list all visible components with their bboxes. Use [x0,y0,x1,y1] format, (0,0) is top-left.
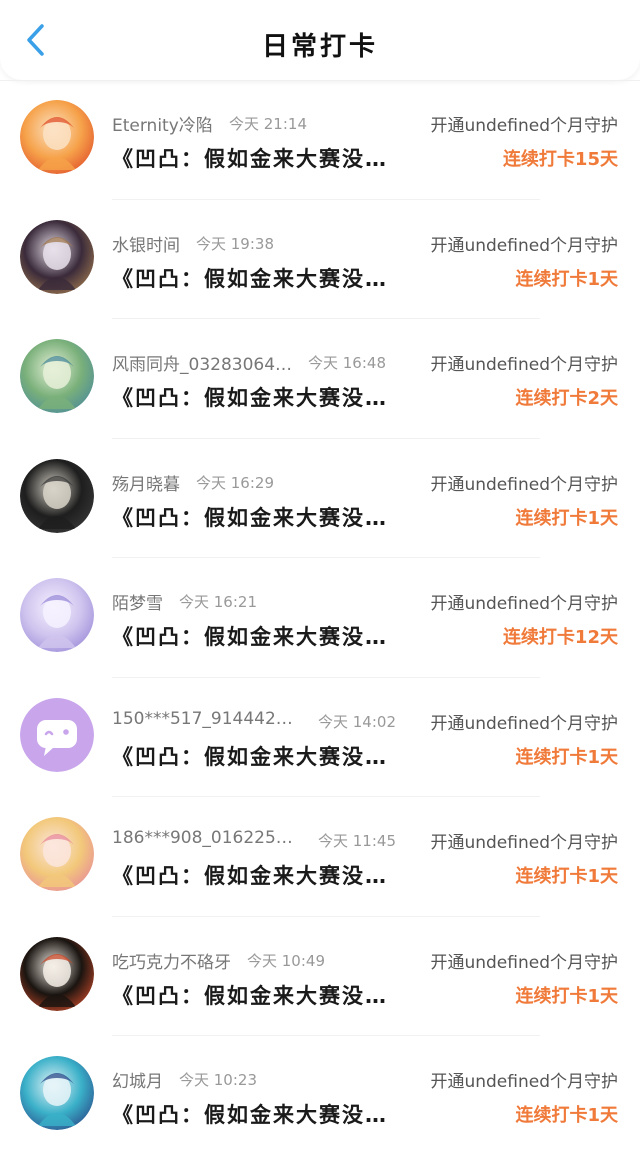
user-name[interactable]: 186***908_0162253964 [112,828,302,848]
avatar-image [20,936,94,1011]
avatar-image [20,458,94,533]
user-name[interactable]: 陌梦雪 [112,589,163,614]
avatar-image [20,1056,94,1130]
checkin-time: 今天 14:02 [318,712,396,731]
list-item[interactable]: 风雨同舟_03283064… 今天 16:48 开通undefined个月守护《凹凸… [0,319,640,439]
avatar[interactable] [20,339,94,413]
list-item[interactable]: 幻城月 今天 10:23 开通undefined个月守护《凹凸：假如金来大赛没… 连续… [0,1036,640,1150]
checkin-time: 今天 19:38 [196,234,274,253]
avatar-image [20,100,94,174]
list-item[interactable]: 殇月晓暮 今天 16:29 开通undefined个月守护《凹凸：假如金来大赛没… 连… [0,439,640,558]
checkin-time: 今天 16:48 [308,354,386,372]
guard-status: 开通undefined个月守护 [430,713,618,734]
list-item[interactable]: 吃巧克力不硌牙 今天 10:49 开通undefined个月守护《凹凸：假如金来大赛… [0,917,640,1036]
streak-badge: 连续打卡1天 [515,866,618,887]
streak-badge: 连续打卡1天 [515,1105,618,1126]
checkin-time: 今天 16:29 [196,473,274,492]
user-name[interactable]: Eternity冷陷 [112,111,213,136]
avatar-image [20,578,94,652]
streak-badge: 连续打卡1天 [515,507,618,529]
checkin-content[interactable]: 《凹凸：假如金来大赛没… [112,502,388,532]
avatar[interactable] [20,219,94,294]
checkin-content[interactable]: 《凹凸：假如金来大赛没… [112,382,388,412]
streak-badge: 连续打卡1天 [515,985,618,1007]
avatar[interactable] [20,578,94,652]
streak-badge: 连续打卡1天 [515,746,618,768]
avatar[interactable] [20,936,94,1011]
user-name[interactable]: 150***517_9144421193 [112,709,302,729]
guard-status: 开通undefined个月守护 [430,833,618,853]
guard-status: 开通undefined个月守护 [430,235,618,256]
avatar[interactable] [20,458,94,533]
streak-badge: 连续打卡2天 [515,388,618,409]
avatar-image [20,817,94,891]
avatar[interactable] [20,697,94,772]
guard-status: 开通undefined个月守护 [430,594,618,614]
streak-badge: 连续打卡1天 [515,268,618,290]
guard-status: 开通undefined个月守护 [430,952,618,973]
checkin-content[interactable]: 《凹凸：假如金来大赛没… [112,143,388,173]
avatar[interactable] [20,817,94,891]
checkin-content[interactable]: 《凹凸：假如金来大赛没… [112,980,388,1010]
checkin-content[interactable]: 《凹凸：假如金来大赛没… [112,741,388,771]
checkin-time: 今天 10:23 [179,1071,257,1089]
user-name[interactable]: 风雨同舟_03283064… [112,350,292,375]
streak-badge: 连续打卡12天 [502,627,618,648]
avatar-image [20,339,94,413]
guard-status: 开通undefined个月守护 [430,474,618,495]
page-title: 日常打卡 [261,32,378,62]
checkin-content[interactable]: 《凹凸：假如金来大赛没… [112,860,388,890]
list-item[interactable]: 150***517_9144421193 今天 14:02 开通undefined个… [0,678,640,797]
avatar[interactable] [20,1056,94,1130]
avatar-image [20,219,94,294]
checkin-time: 今天 11:45 [318,832,396,850]
avatar-image [20,697,94,772]
user-name[interactable]: 水银时间 [112,231,180,256]
user-name[interactable]: 幻城月 [112,1067,163,1092]
checkin-time: 今天 10:49 [247,951,325,970]
checkin-list: Eternity冷陷 今天 21:14 开通undefined个月守护 《凹凸：假如金… [0,80,640,1150]
list-item[interactable]: 水银时间 今天 19:38 开通undefined个月守护《凹凸：假如金来大赛没… 连… [0,200,640,319]
guard-status: 开通undefined个月守护 [430,116,618,136]
top-bar: 日常打卡 [0,0,640,80]
checkin-time: 今天 16:21 [179,593,257,611]
guard-status: 开通undefined个月守护 [430,1072,618,1092]
checkin-content[interactable]: 《凹凸：假如金来大赛没… [112,263,388,293]
user-name[interactable]: 殇月晓暮 [112,470,180,495]
guard-status: 开通undefined个月守护 [430,355,618,375]
list-item[interactable]: Eternity冷陷 今天 21:14 开通undefined个月守护《凹凸：假如金… [0,80,640,200]
list-item[interactable]: 186***908_0162253964 今天 11:45 开通undefined个… [0,797,640,917]
user-name[interactable]: 吃巧克力不硌牙 [112,948,231,973]
checkin-content[interactable]: 《凹凸：假如金来大赛没… [112,1099,388,1129]
avatar[interactable] [20,100,94,174]
checkin-time: 今天 21:14 [229,115,307,133]
checkin-content[interactable]: 《凹凸：假如金来大赛没… [112,621,388,651]
streak-badge: 连续打卡15天 [502,149,618,170]
list-item[interactable]: 陌梦雪 今天 16:21 开通undefined个月守护《凹凸：假如金来大赛没… 连续… [0,558,640,678]
